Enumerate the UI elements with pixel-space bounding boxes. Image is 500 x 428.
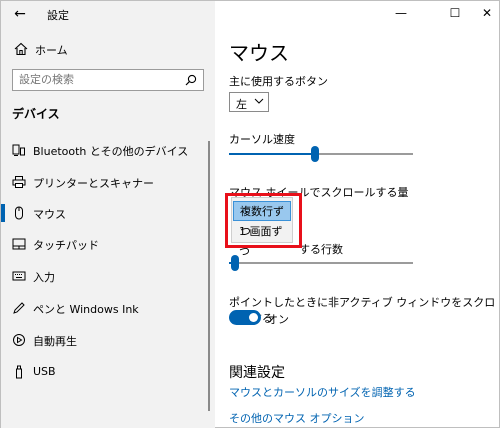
search-input[interactable] (19, 73, 179, 86)
touchpad-icon (12, 238, 26, 250)
sidebar-item-label: Bluetooth とその他のデバイス (33, 145, 189, 158)
highlight-frame (225, 193, 302, 248)
window-controls: — ☐ ✕ (215, 1, 500, 27)
toggle-state-label: オン (267, 313, 289, 326)
keyboard-icon (12, 271, 26, 281)
home-icon (14, 42, 28, 56)
sidebar-scrollbar[interactable] (208, 141, 210, 411)
app-title: 設定 (47, 9, 69, 22)
sidebar-item-bluetooth[interactable]: Bluetooth とその他のデバイス (1, 136, 215, 164)
maximize-button[interactable]: ☐ (445, 4, 465, 22)
slider-thumb[interactable] (311, 146, 319, 162)
lines-slider[interactable] (229, 255, 413, 271)
usb-icon (16, 365, 22, 379)
sidebar-item-label: プリンターとスキャナー (33, 177, 154, 190)
cursor-speed-slider[interactable] (229, 146, 413, 162)
section-heading: デバイス (12, 107, 60, 121)
sidebar-item-autoplay[interactable]: 自動再生 (1, 326, 215, 354)
bluetooth-devices-icon (12, 144, 25, 156)
home-label: ホーム (35, 44, 68, 57)
page-title: マウス (229, 41, 289, 65)
sidebar-item-printers[interactable]: プリンターとスキャナー (1, 168, 215, 196)
sidebar-item-mouse[interactable]: マウス (1, 199, 215, 227)
sidebar-item-touchpad[interactable]: タッチパッド (1, 230, 215, 258)
link-more-mouse-options[interactable]: その他のマウス オプション (229, 410, 365, 426)
slider-fill (229, 153, 315, 155)
cursor-speed-label: カーソル速度 (229, 133, 295, 146)
sidebar-item-label: タッチパッド (33, 239, 99, 252)
slider-thumb[interactable] (231, 255, 239, 271)
dropdown-value: 左 (236, 98, 247, 111)
lines-label: する行数 (299, 243, 343, 256)
sidebar-item-home[interactable]: ホーム (1, 37, 215, 61)
link-mouse-cursor-size[interactable]: マウスとカーソルのサイズを調整する (229, 384, 416, 400)
primary-button-dropdown[interactable]: 左 (229, 92, 269, 112)
sidebar-item-input[interactable]: 入力 (1, 262, 215, 290)
sidebar-item-label: 入力 (33, 271, 55, 284)
back-arrow-icon[interactable]: ← (11, 5, 29, 23)
settings-window: ← 設定 ホーム デバイス Bluetooth (0, 0, 500, 428)
selection-indicator (1, 204, 5, 222)
chevron-down-icon (254, 98, 264, 104)
toggle-knob (249, 313, 258, 322)
primary-button-label: 主に使用するボタン (229, 75, 328, 88)
sidebar-item-pen[interactable]: ペンと Windows Ink (1, 294, 215, 322)
minimize-button[interactable]: — (391, 4, 411, 22)
sidebar-item-usb[interactable]: USB (1, 358, 215, 386)
sidebar-item-label: ペンと Windows Ink (33, 303, 139, 316)
search-icon[interactable] (185, 74, 197, 86)
inactive-scroll-toggle[interactable] (229, 310, 261, 325)
pen-icon (13, 302, 25, 314)
search-box[interactable] (12, 69, 204, 91)
autoplay-icon (13, 334, 25, 346)
sidebar-item-label: マウス (33, 208, 66, 221)
sidebar-item-label: 自動再生 (33, 335, 77, 348)
close-button[interactable]: ✕ (477, 4, 497, 22)
related-settings-heading: 関連設定 (229, 365, 285, 381)
sidebar: ← 設定 ホーム デバイス Bluetooth (1, 1, 215, 428)
title-bar: ← 設定 (1, 1, 215, 27)
mouse-icon (15, 206, 23, 220)
sidebar-item-label: USB (33, 365, 56, 378)
printer-icon (12, 176, 26, 188)
